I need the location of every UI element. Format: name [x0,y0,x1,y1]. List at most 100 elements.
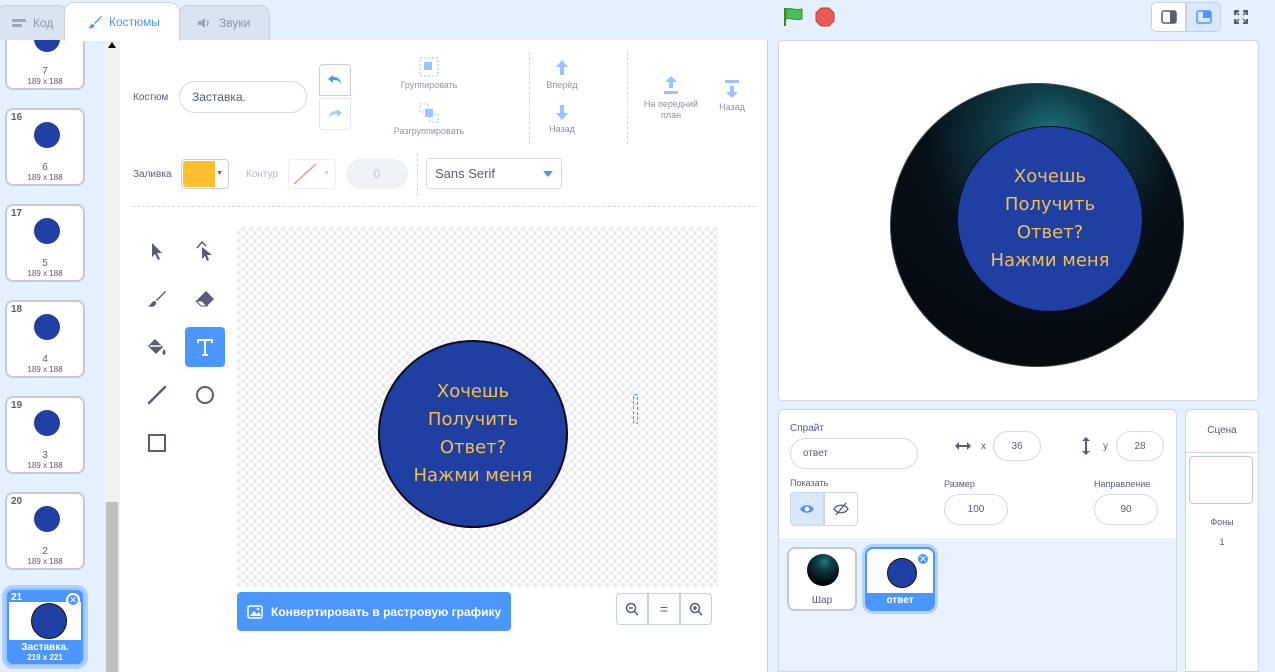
text-tool[interactable] [185,327,225,367]
undo-button[interactable] [319,64,351,96]
reshape-tool[interactable] [185,231,225,271]
select-tool[interactable] [137,231,177,271]
stage[interactable]: Хочешь Получить Ответ? Нажми меня [778,40,1259,401]
y-arrows-icon [1079,436,1093,461]
caret-down-icon [543,171,553,177]
outline-width-input[interactable]: 0 [346,159,408,189]
costume-item-selected[interactable]: 21 ✕ Заставка. 219 x 221 [5,588,85,666]
circle-tool[interactable] [185,375,225,415]
group-button[interactable]: Группировать [388,56,470,90]
to-back-icon [725,80,739,98]
x-input[interactable]: 36 [993,431,1041,461]
redo-button[interactable] [319,98,351,130]
hide-sprite-button[interactable] [824,492,858,526]
costume-name-input[interactable]: Заставка. [179,81,307,113]
tab-code[interactable]: Код [0,5,68,40]
line-tool[interactable] [137,375,177,415]
ball-text-line: Нажми меня [413,465,533,486]
eraser-tool[interactable] [185,279,225,319]
line-icon [147,385,167,405]
backward-button[interactable]: Назад [538,102,586,134]
fill-color-swatch [183,161,215,187]
stop-icon[interactable] [815,7,835,27]
costume-item[interactable]: 16 6 189 x 188 [5,108,85,186]
forward-button[interactable]: Вперёд [538,58,586,90]
scroll-thumb[interactable] [106,502,118,672]
fullscreen-icon [1233,10,1248,24]
image-icon [247,604,263,619]
costume-list-scrollbar[interactable] [104,40,120,672]
x-label: x [981,441,986,452]
editor-tabs: Код Костюмы Звуки [0,0,770,41]
to-back-button[interactable]: Назад [710,78,754,112]
fullscreen-button[interactable] [1223,2,1258,32]
normal-stage-button[interactable] [1186,2,1221,32]
forward-label: Вперёд [546,80,578,90]
divider [132,206,756,207]
sprite-name: ответ [867,593,933,609]
paint-bucket-icon [148,339,166,355]
code-icon [11,17,27,29]
divider [1186,452,1258,453]
text-cursor-handle[interactable] [633,394,638,424]
size-label: Размер [944,479,975,489]
fill-tool[interactable] [137,327,177,367]
ungroup-button[interactable]: Разгруппировать [388,102,470,136]
size-input[interactable]: 100 [944,494,1008,525]
costume-item[interactable]: 17 5 189 x 188 [5,204,85,282]
scene-panel[interactable]: Сцена Фоны 1 [1185,409,1259,672]
costume-item[interactable]: 7 189 x 188 [5,40,85,90]
divider [627,52,628,144]
tab-costumes[interactable]: Костюмы [64,2,180,41]
costume-size: 189 x 188 [27,173,63,182]
paint-canvas[interactable]: Хочешь Получить Ответ? Нажми меня [237,227,718,587]
sprite-name-input[interactable]: ответ [790,438,918,469]
ball-text-line: Ответ? [1016,222,1084,243]
tab-sounds[interactable]: Звуки [178,5,270,40]
sprite-thumbnail [887,558,917,588]
backward-icon [556,105,568,120]
redo-icon [329,109,342,119]
rectangle-tool[interactable] [137,423,177,463]
y-label: y [1103,441,1108,452]
delete-sprite-icon[interactable]: ✕ [916,552,930,566]
ball-text-line: Получить [1004,194,1096,215]
backward-label: Назад [549,124,575,134]
costume-number: 20 [11,496,23,507]
direction-label: Направление [1094,479,1151,489]
show-sprite-button[interactable] [790,492,824,526]
zoom-in-button[interactable] [680,593,712,625]
outline-color-picker[interactable]: ▼ [288,159,336,189]
backdrops-count: 1 [1219,537,1225,547]
zoom-reset-button[interactable]: = [648,593,680,625]
brush-icon [148,291,166,307]
backdrop-thumbnail[interactable] [1189,456,1253,504]
brush-tool[interactable] [137,279,177,319]
delete-costume-icon[interactable]: ✕ [66,593,80,607]
costume-item[interactable]: 19 3 189 x 188 [5,396,85,474]
costume-item[interactable]: 18 4 189 x 188 [5,300,85,378]
small-stage-button[interactable] [1151,2,1186,32]
convert-to-bitmap-button[interactable]: Конвертировать в растровую графику [237,592,511,631]
x-arrows-icon [954,439,972,458]
zoom-out-button[interactable] [616,593,648,625]
show-label: Показать [790,478,829,488]
font-select[interactable]: Sans Serif [426,158,562,189]
costume-ball[interactable]: Хочешь Получить Ответ? Нажми меня [378,340,568,528]
sprite-magic-ball[interactable]: Хочешь Получить Ответ? Нажми меня [890,83,1184,367]
sprite-answer-ball[interactable]: Хочешь Получить Ответ? Нажми меня [957,126,1143,312]
sprite-tile[interactable]: Шар [787,547,857,611]
direction-input[interactable]: 90 [1094,494,1158,525]
sprite-thumbnail [807,554,839,586]
costume-thumbnail [34,410,60,436]
to-front-button[interactable]: На передний план [636,74,706,121]
page-scrollbar[interactable] [1268,40,1275,672]
scroll-up-arrow-icon[interactable] [108,42,116,48]
y-input[interactable]: 28 [1116,431,1164,461]
sprite-tile-selected[interactable]: ✕ ответ [865,547,935,611]
costume-number: 18 [11,304,23,315]
green-flag-icon[interactable] [782,7,804,27]
costume-name: 2 [42,546,48,557]
costume-item[interactable]: 20 2 189 x 188 [5,492,85,570]
fill-color-picker[interactable]: ▼ [181,159,229,189]
